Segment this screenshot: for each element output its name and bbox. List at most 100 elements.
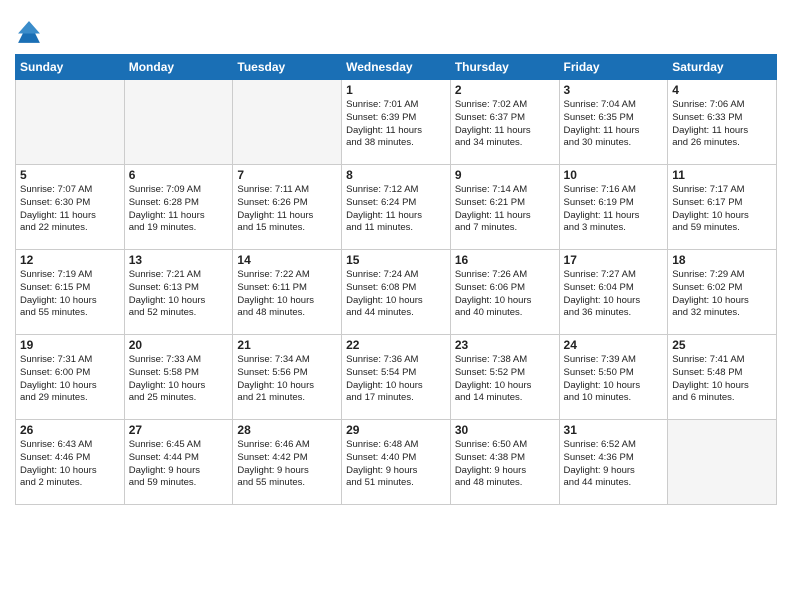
calendar-cell: 16Sunrise: 7:26 AM Sunset: 6:06 PM Dayli… (450, 250, 559, 335)
day-number: 9 (455, 168, 555, 182)
day-info: Sunrise: 7:39 AM Sunset: 5:50 PM Dayligh… (564, 354, 664, 405)
day-info: Sunrise: 7:21 AM Sunset: 6:13 PM Dayligh… (129, 269, 229, 320)
day-number: 1 (346, 83, 446, 97)
day-number: 28 (237, 423, 337, 437)
day-info: Sunrise: 7:14 AM Sunset: 6:21 PM Dayligh… (455, 184, 555, 235)
day-info: Sunrise: 7:24 AM Sunset: 6:08 PM Dayligh… (346, 269, 446, 320)
day-info: Sunrise: 7:26 AM Sunset: 6:06 PM Dayligh… (455, 269, 555, 320)
calendar-cell: 23 Sunrise: 7:38 AM Sunset: 5:52 PM Dayli… (450, 335, 559, 420)
day-number: 21 (237, 338, 337, 352)
day-number: 17 (564, 253, 664, 267)
weekday-header-wednesday: Wednesday (342, 55, 451, 80)
day-info: Sunrise: 7:27 AM Sunset: 6:04 PM Dayligh… (564, 269, 664, 320)
calendar-cell: 13 Sunrise: 7:21 AM Sunset: 6:13 PM Dayli… (124, 250, 233, 335)
day-info: Sunrise: 7:33 AM Sunset: 5:58 PM Dayligh… (129, 354, 229, 405)
weekday-header-sunday: Sunday (16, 55, 125, 80)
day-number: 22 (346, 338, 446, 352)
week-row-3: 12Sunrise: 7:19 AM Sunset: 6:15 PM Dayli… (16, 250, 777, 335)
day-number: 4 (672, 83, 772, 97)
day-number: 20 (129, 338, 229, 352)
day-info: Sunrise: 6:52 AM Sunset: 4:36 PM Dayligh… (564, 439, 664, 490)
calendar-cell: 24 Sunrise: 7:39 AM Sunset: 5:50 PM Dayli… (559, 335, 668, 420)
day-info: Sunrise: 7:29 AM Sunset: 6:02 PM Dayligh… (672, 269, 772, 320)
calendar-cell: 29 Sunrise: 6:48 AM Sunset: 4:40 PM Dayli… (342, 420, 451, 505)
calendar-cell: 7 Sunrise: 7:11 AM Sunset: 6:26 PM Daylig… (233, 165, 342, 250)
day-number: 31 (564, 423, 664, 437)
day-number: 5 (20, 168, 120, 182)
day-number: 2 (455, 83, 555, 97)
calendar-cell: 31 Sunrise: 6:52 AM Sunset: 4:36 PM Dayli… (559, 420, 668, 505)
day-number: 3 (564, 83, 664, 97)
calendar-cell: 19Sunrise: 7:31 AM Sunset: 6:00 PM Dayli… (16, 335, 125, 420)
calendar-cell: 12Sunrise: 7:19 AM Sunset: 6:15 PM Dayli… (16, 250, 125, 335)
day-info: Sunrise: 7:19 AM Sunset: 6:15 PM Dayligh… (20, 269, 120, 320)
calendar-cell: 3 Sunrise: 7:04 AM Sunset: 6:35 PM Daylig… (559, 80, 668, 165)
day-info: Sunrise: 7:41 AM Sunset: 5:48 PM Dayligh… (672, 354, 772, 405)
logo (15, 18, 47, 46)
weekday-header-saturday: Saturday (668, 55, 777, 80)
calendar-cell: 5 Sunrise: 7:07 AM Sunset: 6:30 PM Daylig… (16, 165, 125, 250)
week-row-2: 5 Sunrise: 7:07 AM Sunset: 6:30 PM Daylig… (16, 165, 777, 250)
calendar-cell: 20 Sunrise: 7:33 AM Sunset: 5:58 PM Dayli… (124, 335, 233, 420)
calendar-cell: 11 Sunrise: 7:17 AM Sunset: 6:17 PM Dayli… (668, 165, 777, 250)
weekday-header-monday: Monday (124, 55, 233, 80)
day-number: 6 (129, 168, 229, 182)
calendar: SundayMondayTuesdayWednesdayThursdayFrid… (15, 54, 777, 505)
week-row-5: 26Sunrise: 6:43 AM Sunset: 4:46 PM Dayli… (16, 420, 777, 505)
calendar-cell: 28 Sunrise: 6:46 AM Sunset: 4:42 PM Dayli… (233, 420, 342, 505)
calendar-cell: 2Sunrise: 7:02 AM Sunset: 6:37 PM Daylig… (450, 80, 559, 165)
calendar-cell: 4 Sunrise: 7:06 AM Sunset: 6:33 PM Daylig… (668, 80, 777, 165)
day-number: 13 (129, 253, 229, 267)
day-number: 15 (346, 253, 446, 267)
day-info: Sunrise: 7:38 AM Sunset: 5:52 PM Dayligh… (455, 354, 555, 405)
day-info: Sunrise: 7:06 AM Sunset: 6:33 PM Dayligh… (672, 99, 772, 150)
day-info: Sunrise: 6:50 AM Sunset: 4:38 PM Dayligh… (455, 439, 555, 490)
day-number: 10 (564, 168, 664, 182)
calendar-cell: 9 Sunrise: 7:14 AM Sunset: 6:21 PM Daylig… (450, 165, 559, 250)
week-row-1: 1 Sunrise: 7:01 AM Sunset: 6:39 PM Daylig… (16, 80, 777, 165)
calendar-cell (668, 420, 777, 505)
day-info: Sunrise: 7:11 AM Sunset: 6:26 PM Dayligh… (237, 184, 337, 235)
day-number: 7 (237, 168, 337, 182)
logo-icon (15, 18, 43, 46)
day-info: Sunrise: 7:17 AM Sunset: 6:17 PM Dayligh… (672, 184, 772, 235)
day-number: 25 (672, 338, 772, 352)
day-info: Sunrise: 6:46 AM Sunset: 4:42 PM Dayligh… (237, 439, 337, 490)
calendar-cell: 14 Sunrise: 7:22 AM Sunset: 6:11 PM Dayli… (233, 250, 342, 335)
day-info: Sunrise: 7:16 AM Sunset: 6:19 PM Dayligh… (564, 184, 664, 235)
week-row-4: 19Sunrise: 7:31 AM Sunset: 6:00 PM Dayli… (16, 335, 777, 420)
day-info: Sunrise: 7:04 AM Sunset: 6:35 PM Dayligh… (564, 99, 664, 150)
day-info: Sunrise: 7:07 AM Sunset: 6:30 PM Dayligh… (20, 184, 120, 235)
day-info: Sunrise: 7:31 AM Sunset: 6:00 PM Dayligh… (20, 354, 120, 405)
weekday-header-row: SundayMondayTuesdayWednesdayThursdayFrid… (16, 55, 777, 80)
calendar-cell: 30Sunrise: 6:50 AM Sunset: 4:38 PM Dayli… (450, 420, 559, 505)
day-info: Sunrise: 7:22 AM Sunset: 6:11 PM Dayligh… (237, 269, 337, 320)
day-info: Sunrise: 7:01 AM Sunset: 6:39 PM Dayligh… (346, 99, 446, 150)
calendar-cell: 25 Sunrise: 7:41 AM Sunset: 5:48 PM Dayli… (668, 335, 777, 420)
calendar-cell: 15 Sunrise: 7:24 AM Sunset: 6:08 PM Dayli… (342, 250, 451, 335)
calendar-cell: 27Sunrise: 6:45 AM Sunset: 4:44 PM Dayli… (124, 420, 233, 505)
calendar-cell: 10 Sunrise: 7:16 AM Sunset: 6:19 PM Dayli… (559, 165, 668, 250)
day-info: Sunrise: 6:45 AM Sunset: 4:44 PM Dayligh… (129, 439, 229, 490)
day-info: Sunrise: 7:36 AM Sunset: 5:54 PM Dayligh… (346, 354, 446, 405)
day-number: 29 (346, 423, 446, 437)
day-info: Sunrise: 6:48 AM Sunset: 4:40 PM Dayligh… (346, 439, 446, 490)
weekday-header-friday: Friday (559, 55, 668, 80)
day-number: 14 (237, 253, 337, 267)
calendar-cell (124, 80, 233, 165)
calendar-cell: 17 Sunrise: 7:27 AM Sunset: 6:04 PM Dayli… (559, 250, 668, 335)
calendar-cell: 18 Sunrise: 7:29 AM Sunset: 6:02 PM Dayli… (668, 250, 777, 335)
day-number: 18 (672, 253, 772, 267)
day-number: 11 (672, 168, 772, 182)
calendar-cell (233, 80, 342, 165)
weekday-header-tuesday: Tuesday (233, 55, 342, 80)
day-info: Sunrise: 7:34 AM Sunset: 5:56 PM Dayligh… (237, 354, 337, 405)
day-number: 24 (564, 338, 664, 352)
day-number: 23 (455, 338, 555, 352)
header (15, 10, 777, 46)
calendar-cell: 1 Sunrise: 7:01 AM Sunset: 6:39 PM Daylig… (342, 80, 451, 165)
calendar-cell: 21 Sunrise: 7:34 AM Sunset: 5:56 PM Dayli… (233, 335, 342, 420)
day-number: 26 (20, 423, 120, 437)
day-number: 8 (346, 168, 446, 182)
day-info: Sunrise: 7:12 AM Sunset: 6:24 PM Dayligh… (346, 184, 446, 235)
